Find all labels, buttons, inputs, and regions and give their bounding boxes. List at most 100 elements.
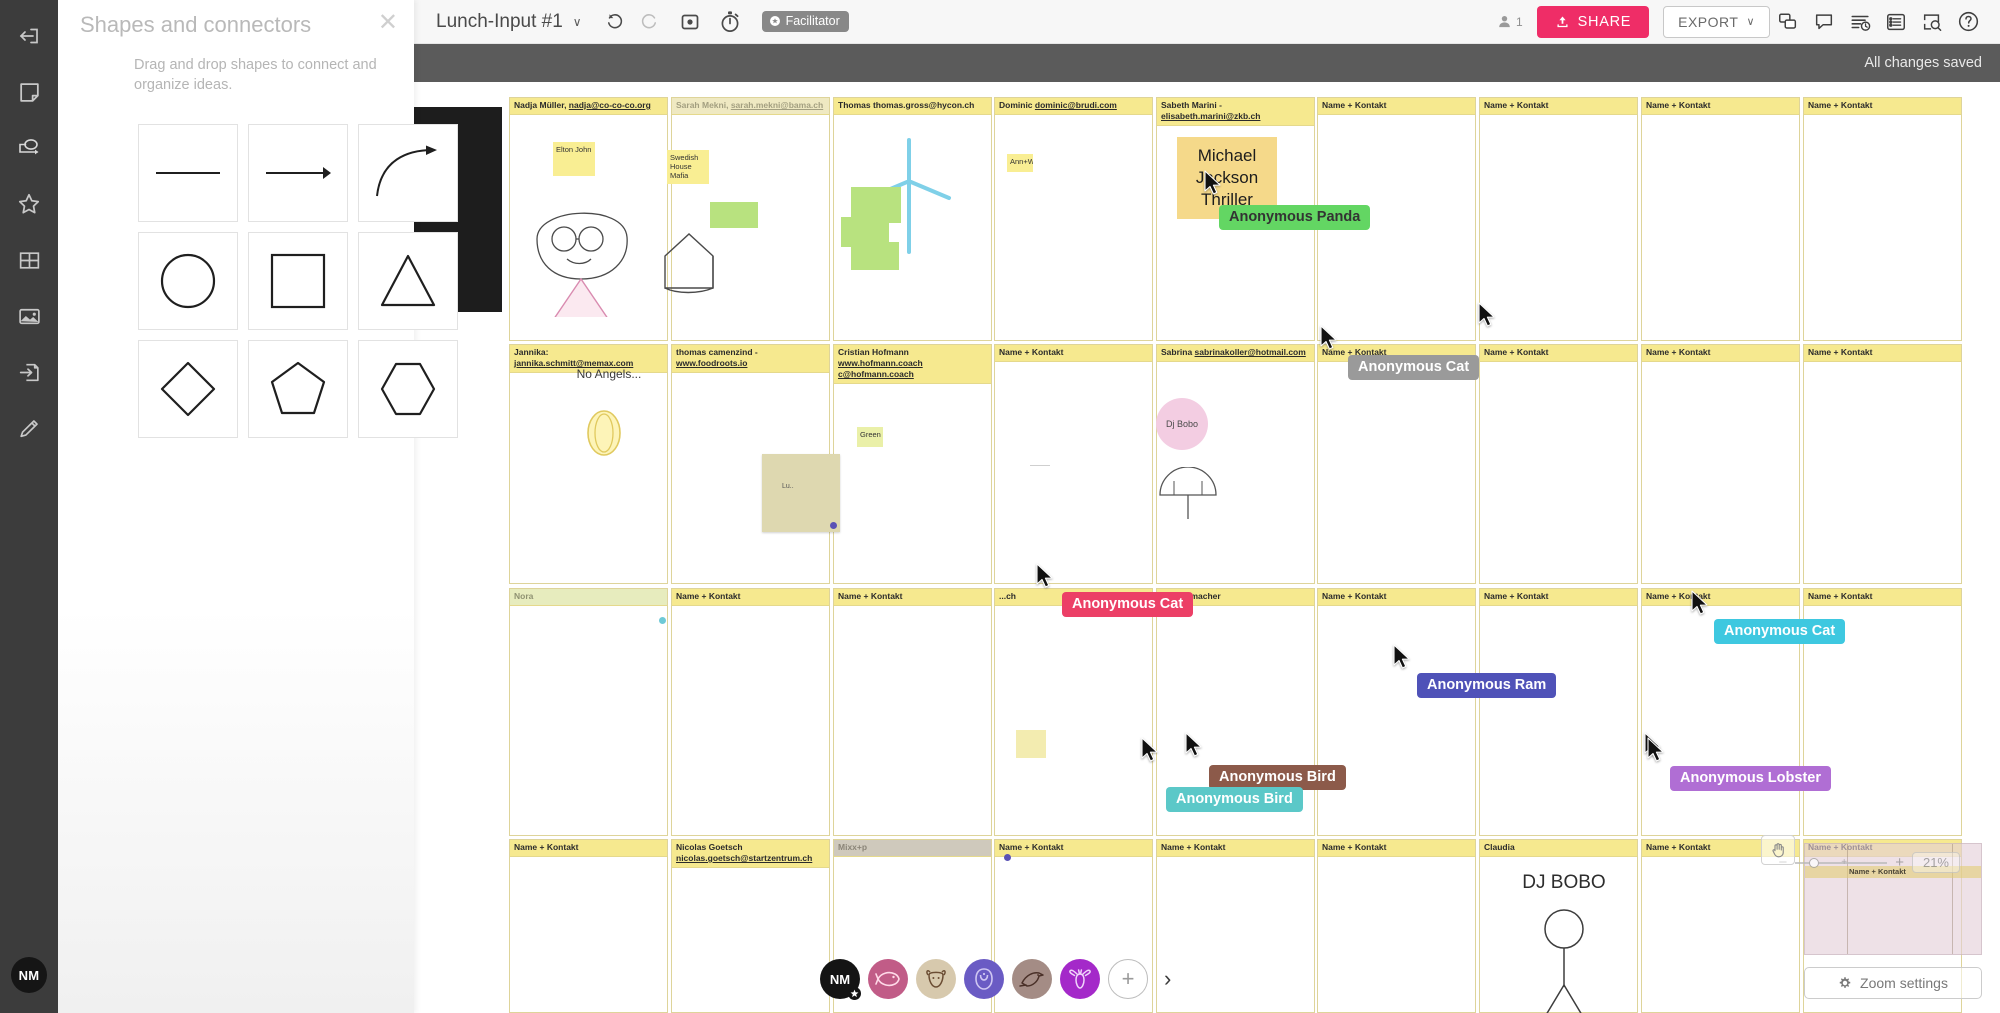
- card-body[interactable]: [1642, 115, 1799, 357]
- board-card[interactable]: Name + Kontakt: [1479, 344, 1638, 584]
- card-body[interactable]: [1318, 857, 1475, 1013]
- board-card[interactable]: Name + Kontakt: [1803, 344, 1962, 584]
- card-header-contact[interactable]: dominic@brudi.com: [1035, 100, 1117, 110]
- card-header[interactable]: Name + Kontakt: [834, 589, 991, 606]
- card-body[interactable]: [1804, 362, 1961, 600]
- avatar-lobster[interactable]: [1060, 959, 1100, 999]
- zoom-settings-button[interactable]: Zoom settings: [1804, 967, 1982, 999]
- text-no-angels[interactable]: No Angels...: [554, 367, 664, 383]
- sticky-row3-note[interactable]: [1016, 730, 1046, 758]
- triangle-shape[interactable]: [358, 232, 458, 330]
- board-card[interactable]: Cristian Hofmann www.hofmann.coach c@hof…: [833, 344, 992, 584]
- card-header[interactable]: Name + Kontakt: [1642, 589, 1799, 606]
- note-marker-dot[interactable]: [830, 522, 837, 529]
- card-header[interactable]: Sabrina sabrinakoller@hotmail.com: [1157, 345, 1314, 362]
- share-button[interactable]: SHARE: [1536, 5, 1650, 38]
- pen-icon[interactable]: [0, 400, 58, 456]
- board-canvas[interactable]: s Nadja Müller, nadja@co-co-co.orgSarah …: [414, 82, 2000, 1013]
- board-card[interactable]: Name + Kontakt: [833, 588, 992, 836]
- card-header-contact[interactable]: sabrinakoller@hotmail.com: [1195, 347, 1306, 357]
- card-header-contact[interactable]: elisabeth.marini@zkb.ch: [1161, 111, 1260, 121]
- card-header[interactable]: Name + Kontakt: [1157, 840, 1314, 857]
- avatar-fish[interactable]: [868, 959, 908, 999]
- card-body[interactable]: [1480, 115, 1637, 357]
- zoom-slider-knob[interactable]: [1809, 857, 1820, 868]
- card-header[interactable]: Nadja Müller, nadja@co-co-co.org: [510, 98, 667, 115]
- card-header[interactable]: Name + Kontakt: [1480, 589, 1637, 606]
- avatar-owl[interactable]: [964, 959, 1004, 999]
- card-header[interactable]: Dominic dominic@brudi.com: [995, 98, 1152, 115]
- card-header[interactable]: Name + Kontakt: [1804, 345, 1961, 362]
- add-collaborator-button[interactable]: +: [1108, 959, 1148, 999]
- stamp-icon[interactable]: [0, 176, 58, 232]
- activity-history-icon[interactable]: [1842, 4, 1878, 40]
- card-header[interactable]: Nicolas Goetsch nicolas.goetsch@startzen…: [672, 840, 829, 868]
- next-collaborators-button[interactable]: ›: [1164, 966, 1171, 992]
- sticky-green-small[interactable]: Green: [857, 427, 883, 447]
- card-header[interactable]: Thomas thomas.gross@hycon.ch: [834, 98, 991, 115]
- board-card[interactable]: Name + Kontakt: [1317, 588, 1476, 836]
- facilitator-badge[interactable]: Facilitator: [761, 11, 849, 32]
- sticky-note-icon[interactable]: [0, 64, 58, 120]
- card-header[interactable]: Nora: [510, 589, 667, 606]
- card-body[interactable]: [672, 868, 829, 1013]
- board-card[interactable]: Name + Kontakt: [1641, 839, 1800, 1013]
- note-marker-dot[interactable]: [659, 617, 666, 624]
- card-header[interactable]: Name + Kontakt: [1642, 345, 1799, 362]
- card-header-contact[interactable]: sarah.mekni@bama.ch: [731, 100, 823, 110]
- card-body[interactable]: [995, 606, 1152, 852]
- card-body[interactable]: [1318, 362, 1475, 600]
- board-card[interactable]: Name + Kontakt: [1479, 588, 1638, 836]
- board-title[interactable]: Lunch-Input #1: [436, 11, 563, 33]
- close-icon[interactable]: ✕: [378, 11, 398, 35]
- presentation-mode-icon[interactable]: [678, 10, 702, 34]
- card-body[interactable]: [995, 362, 1152, 600]
- board-card[interactable]: Sabrina sabrinakoller@hotmail.com: [1156, 344, 1315, 584]
- card-header[interactable]: Name + Kontakt: [995, 840, 1152, 857]
- card-header[interactable]: Sarah Mekni, sarah.mekni@bama.ch: [672, 98, 829, 115]
- help-icon[interactable]: [1950, 4, 1986, 40]
- line-shape[interactable]: [138, 124, 238, 222]
- card-body[interactable]: [1642, 857, 1799, 1013]
- card-body[interactable]: [1804, 115, 1961, 357]
- card-header[interactable]: thomas camenzind - www.foodroots.io: [672, 345, 829, 373]
- card-body[interactable]: [1157, 606, 1314, 852]
- undo-icon[interactable]: [604, 11, 626, 33]
- card-header[interactable]: Name + Kontakt: [1480, 98, 1637, 115]
- board-card[interactable]: Name + Kontakt: [1479, 97, 1638, 341]
- export-button[interactable]: EXPORT ∨: [1663, 5, 1770, 38]
- user-avatar[interactable]: NM: [11, 957, 47, 993]
- import-file-icon[interactable]: [0, 344, 58, 400]
- pan-hand-button[interactable]: [1761, 835, 1795, 865]
- board-card[interactable]: Name + Kontakt: [509, 839, 668, 1013]
- board-card[interactable]: Name + Kontakt: [994, 344, 1153, 584]
- card-body[interactable]: [1318, 115, 1475, 357]
- member-count[interactable]: 1: [1496, 13, 1523, 30]
- pentagon-shape[interactable]: [248, 340, 348, 438]
- avatar-nm[interactable]: NM: [820, 959, 861, 1000]
- card-body[interactable]: [1157, 857, 1314, 1013]
- zoom-level-value[interactable]: 21%: [1911, 852, 1960, 873]
- board-card[interactable]: Name + Kontakt: [1641, 97, 1800, 341]
- card-header[interactable]: Name + Kontakt: [1804, 589, 1961, 606]
- avatar-goat[interactable]: [916, 959, 956, 999]
- board-card[interactable]: Nora: [509, 588, 668, 836]
- circle-shape[interactable]: [138, 232, 238, 330]
- card-header[interactable]: Cristian Hofmann www.hofmann.coach c@hof…: [834, 345, 991, 384]
- chat-bubble-icon[interactable]: [1806, 4, 1842, 40]
- card-header[interactable]: Name + Kontakt: [1804, 98, 1961, 115]
- image-icon[interactable]: [0, 288, 58, 344]
- timer-icon[interactable]: [718, 9, 742, 35]
- board-card[interactable]: Name + Kontakt: [1156, 839, 1315, 1013]
- card-header[interactable]: Mixx+p: [834, 840, 991, 857]
- card-header[interactable]: Name + Kontakt: [510, 840, 667, 857]
- note-marker-dot[interactable]: [1004, 854, 1011, 861]
- redo-icon[interactable]: [638, 11, 660, 33]
- shapes-grid[interactable]: [134, 120, 464, 444]
- board-card[interactable]: Nicolas Goetsch nicolas.goetsch@startzen…: [671, 839, 830, 1013]
- card-header[interactable]: Name + Kontakt: [995, 345, 1152, 362]
- card-header-contact[interactable]: nadja@co-co-co.org: [569, 100, 651, 110]
- arrow-shape[interactable]: [248, 124, 348, 222]
- sticky-green-4[interactable]: [851, 242, 899, 270]
- square-shape[interactable]: [248, 232, 348, 330]
